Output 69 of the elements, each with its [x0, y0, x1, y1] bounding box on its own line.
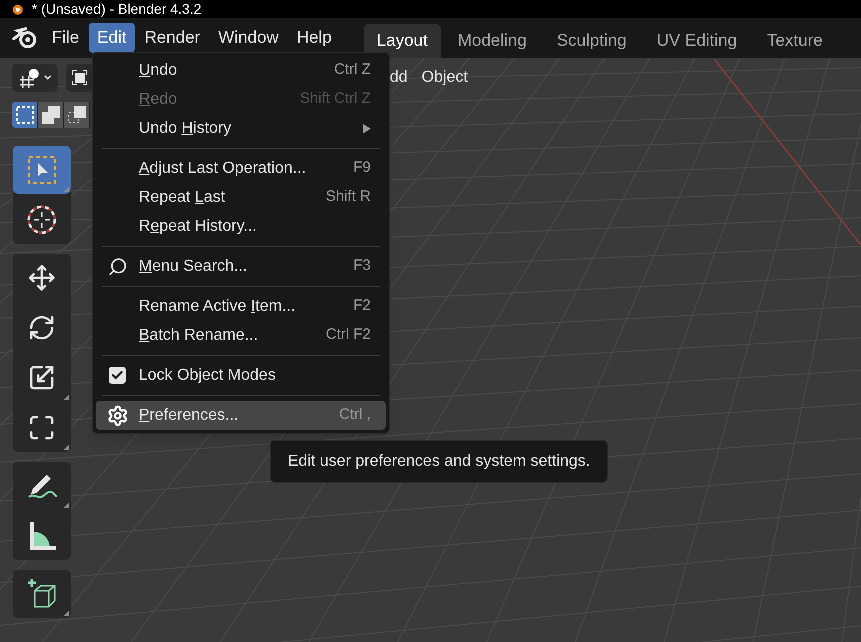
- workspace-tab[interactable]: Texture: [754, 24, 836, 58]
- tool-button[interactable]: [13, 570, 71, 618]
- menu-entry[interactable]: Repeat History...: [96, 212, 386, 241]
- menu-entry-label: Undo: [139, 60, 178, 80]
- workspace-tab[interactable]: Sculpting: [544, 24, 640, 58]
- workspace-tab[interactable]: UV Editing: [644, 24, 750, 58]
- app-logo-icon[interactable]: [12, 27, 38, 49]
- object-mode-icon: [18, 68, 42, 88]
- shortcut-text: F9: [353, 158, 371, 178]
- check-icon: [111, 369, 124, 382]
- menu-item[interactable]: Help: [288, 23, 340, 53]
- menu-item[interactable]: Edit: [89, 23, 135, 53]
- menu-entry[interactable]: Adjust Last Operation... F9: [96, 154, 386, 183]
- menu-entry[interactable]: Repeat Last Shift R: [96, 183, 386, 212]
- dashed-square-icon: [16, 106, 34, 124]
- menu-item[interactable]: Render: [136, 23, 208, 53]
- add-cube-icon: [25, 577, 59, 611]
- submenu-arrow-icon: [363, 124, 371, 134]
- shortcut-text: Shift R: [326, 187, 371, 208]
- search-icon: [108, 256, 128, 276]
- rotate-icon: [28, 314, 56, 342]
- select-mode-button[interactable]: [12, 102, 38, 128]
- menu-entry-label: Redo: [139, 90, 178, 110]
- move-arrows-icon: [28, 264, 56, 292]
- menu-entry-label: Lock Object Modes: [139, 366, 276, 386]
- workspace-tab[interactable]: Modeling: [444, 24, 540, 58]
- view-toggle-button[interactable]: [66, 64, 94, 92]
- menu-entry[interactable]: Undo Ctrl Z: [96, 56, 386, 85]
- overlapping-squares-icon: [42, 106, 60, 124]
- menu-entry-label: Undo History: [139, 118, 232, 138]
- viewport-menu[interactable]: dd: [388, 64, 410, 92]
- menu-entry[interactable]: Batch Rename... Ctrl F2: [96, 321, 386, 350]
- subtract-squares-icon: [68, 106, 86, 124]
- menu-entry-label: Repeat Last: [139, 188, 226, 208]
- shortcut-text: F3: [353, 256, 371, 276]
- menu-entry[interactable]: Lock Object Modes: [96, 361, 386, 390]
- frame-square-icon: [72, 70, 88, 86]
- tooltip: Edit user preferences and system settings.: [270, 440, 608, 483]
- menu-entry-label: Adjust Last Operation...: [139, 158, 306, 178]
- tool-button[interactable]: [13, 462, 71, 510]
- menu-entry[interactable]: Rename Active Item... F2: [96, 292, 386, 321]
- menu-item[interactable]: Window: [210, 23, 287, 53]
- select-mode-button[interactable]: [64, 102, 90, 128]
- shortcut-text: F2: [353, 296, 371, 316]
- caret-icon: [44, 75, 52, 81]
- menu-entry-label: Batch Rename...: [139, 326, 258, 346]
- shortcut-text: Ctrl Z: [334, 60, 371, 80]
- cursor-icon: [26, 204, 58, 236]
- menu-entry[interactable]: Preferences... Ctrl ,: [96, 401, 386, 430]
- select-mode-button[interactable]: [38, 102, 64, 128]
- scale-icon: [28, 364, 56, 392]
- window-title: * (Unsaved) - Blender 4.3.2: [32, 2, 202, 16]
- checkbox[interactable]: [109, 367, 126, 384]
- shortcut-text: Ctrl ,: [339, 405, 371, 426]
- select-box-icon: [27, 155, 57, 185]
- menu-entry-label: Preferences...: [139, 406, 239, 426]
- menu-entry-label: Rename Active Item...: [139, 296, 296, 316]
- shortcut-text: Ctrl F2: [326, 325, 371, 346]
- workspace-tab[interactable]: Layout: [364, 24, 441, 58]
- menu-entry[interactable]: Menu Search... F3: [96, 252, 386, 281]
- viewport-menu[interactable]: Object: [420, 64, 470, 92]
- mode-dropdown[interactable]: [12, 64, 58, 92]
- menu-entry-label: Menu Search...: [139, 256, 248, 276]
- transform-icon: [28, 414, 56, 442]
- menu-item[interactable]: File: [44, 23, 88, 53]
- shortcut-text: Shift Ctrl Z: [300, 89, 371, 110]
- menu-entry[interactable]: Undo History: [96, 114, 386, 143]
- settings-icon: [106, 404, 128, 426]
- menu-entry-label: Repeat History...: [139, 216, 257, 236]
